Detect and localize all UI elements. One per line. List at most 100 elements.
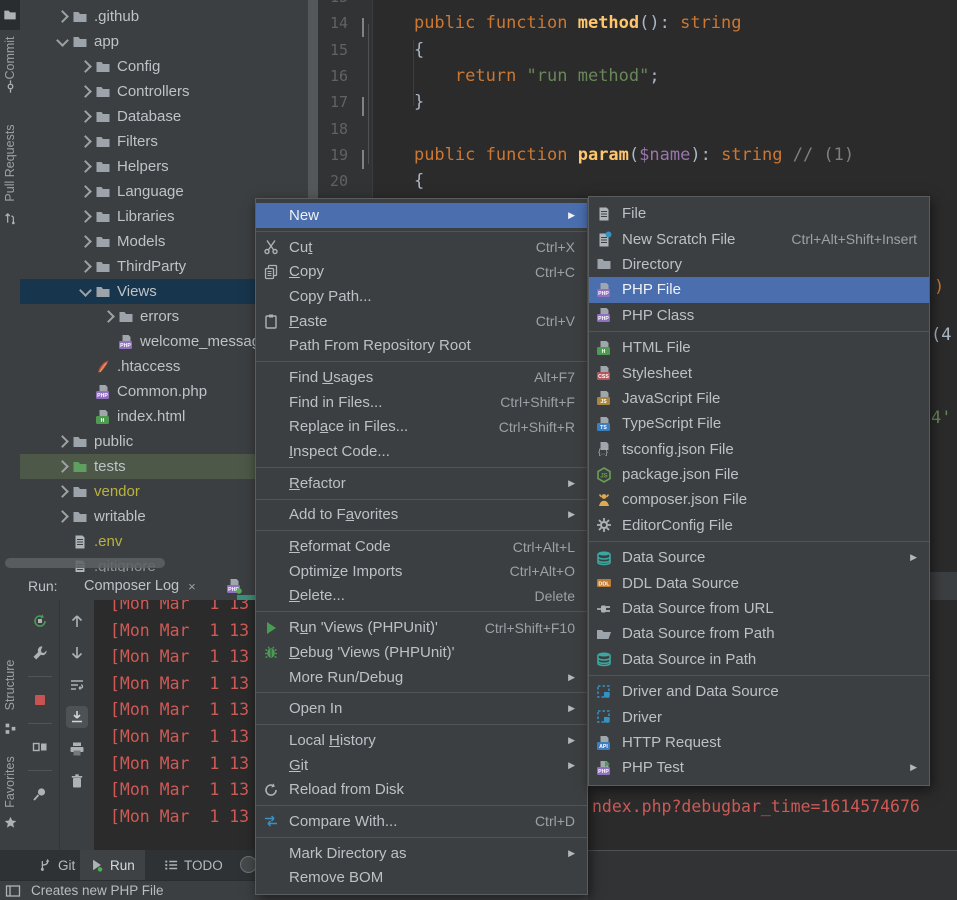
menu-item-directory[interactable]: Directory (589, 252, 929, 277)
chevron-right-icon[interactable] (55, 435, 69, 448)
fold-marker-expanded-icon[interactable] (362, 149, 374, 169)
menu-item-ddl-data-source[interactable]: DDL DDL Data Source (589, 570, 929, 595)
menu-item-copy-path[interactable]: Copy Path... (256, 284, 587, 309)
menu-item-html-file[interactable]: H HTML File (589, 335, 929, 360)
chevron-right-icon[interactable] (78, 110, 92, 123)
project-tool-button[interactable] (0, 0, 20, 30)
chevron-right-icon[interactable] (55, 10, 69, 23)
trash-button[interactable] (66, 770, 88, 792)
chevron-right-icon[interactable] (55, 485, 69, 498)
menu-item-http-request[interactable]: API HTTP Request (589, 730, 929, 755)
tree-item-database[interactable]: Database (20, 104, 308, 129)
fold-marker-end-icon[interactable] (362, 97, 374, 117)
menu-item-refactor[interactable]: Refactor ▶ (256, 471, 587, 496)
rerun-button[interactable] (29, 610, 51, 632)
menu-item-inspect-code[interactable]: Inspect Code... (256, 439, 587, 464)
chevron-right-icon[interactable] (55, 510, 69, 523)
menu-item-paste[interactable]: Paste Ctrl+V (256, 309, 587, 334)
menu-item-find-in-files[interactable]: Find in Files... Ctrl+Shift+F (256, 390, 587, 415)
menu-item-tsconfig-json-file[interactable]: {..} tsconfig.json File (589, 437, 929, 462)
menu-item-path-from-repository-root[interactable]: Path From Repository Root (256, 333, 587, 358)
close-icon[interactable]: × (188, 579, 196, 594)
console-url-line[interactable]: ndex.php?debugbar_time=1614574676 (592, 794, 920, 821)
wrap-button[interactable] (66, 674, 88, 696)
menu-item-data-source-from-url[interactable]: Data Source from URL (589, 596, 929, 621)
chevron-down-icon[interactable] (55, 33, 69, 47)
scroll-end-button[interactable] (66, 706, 88, 728)
menu-item-data-source-from-path[interactable]: Data Source from Path (589, 621, 929, 646)
menu-item-stylesheet[interactable]: CSS Stylesheet (589, 360, 929, 385)
menu-item-open-in[interactable]: Open In ▶ (256, 696, 587, 721)
menu-item-typescript-file[interactable]: TS TypeScript File (589, 411, 929, 436)
menu-item-mark-directory-as[interactable]: Mark Directory as ▶ (256, 841, 587, 866)
toolwindow-tab-todo[interactable]: TODO (154, 850, 233, 880)
menu-item-more-run-debug[interactable]: More Run/Debug ▶ (256, 665, 587, 690)
menu-item-data-source[interactable]: Data Source ▶ (589, 545, 929, 570)
menu-item-data-source-in-path[interactable]: Data Source in Path (589, 647, 929, 672)
menu-item-driver-and-data-source[interactable]: Driver and Data Source (589, 679, 929, 704)
menu-item-optimize-imports[interactable]: Optimize Imports Ctrl+Alt+O (256, 559, 587, 584)
pull-request-icon[interactable] (4, 212, 17, 225)
chevron-right-icon[interactable] (78, 260, 92, 273)
chevron-right-icon[interactable] (78, 185, 92, 198)
menu-item-reload-from-disk[interactable]: Reload from Disk (256, 777, 587, 802)
fold-marker-expanded-icon[interactable] (362, 18, 374, 38)
menu-item-file[interactable]: File (589, 201, 929, 226)
chevron-right-icon[interactable] (78, 210, 92, 223)
php-tab-icon[interactable]: PHP (225, 577, 242, 594)
tree-item-filters[interactable]: Filters (20, 129, 308, 154)
tree-item-config[interactable]: Config (20, 54, 308, 79)
menu-item-copy[interactable]: Copy Ctrl+C (256, 259, 587, 284)
menu-item-new[interactable]: New ▶ (256, 203, 587, 228)
menu-item-php-test[interactable]: PHP PHP Test ▶ (589, 755, 929, 780)
stripe-label-favorites[interactable]: Favorites (3, 756, 17, 807)
menu-item-package-json-file[interactable]: JS package.json File (589, 462, 929, 487)
menu-item-run-views-phpunit[interactable]: Run 'Views (PHPUnit)' Ctrl+Shift+F10 (256, 615, 587, 640)
tree-item-helpers[interactable]: Helpers (20, 154, 308, 179)
down-button[interactable] (66, 642, 88, 664)
tree-item-github[interactable]: .github (20, 4, 308, 29)
menu-item-javascript-file[interactable]: JS JavaScript File (589, 386, 929, 411)
chevron-right-icon[interactable] (78, 135, 92, 148)
menu-item-add-to-favorites[interactable]: Add to Favorites ▶ (256, 503, 587, 528)
chevron-right-icon[interactable] (78, 160, 92, 173)
stripe-label-pull-requests[interactable]: Pull Requests (3, 124, 17, 201)
menu-item-git[interactable]: Git ▶ (256, 753, 587, 778)
tree-item-controllers[interactable]: Controllers (20, 79, 308, 104)
menu-item-local-history[interactable]: Local History ▶ (256, 728, 587, 753)
menu-item-delete[interactable]: Delete... Delete (256, 584, 587, 609)
stripe-label-structure[interactable]: Structure (3, 660, 17, 711)
structure-icon[interactable] (4, 722, 17, 735)
stripe-label-commit[interactable]: Commit (3, 36, 17, 79)
menu-item-replace-in-files[interactable]: Replace in Files... Ctrl+Shift+R (256, 415, 587, 440)
chevron-right-icon[interactable] (78, 60, 92, 73)
menu-item-remove-bom[interactable]: Remove BOM (256, 866, 587, 891)
menu-item-debug-views-phpunit[interactable]: Debug 'Views (PHPUnit)' (256, 640, 587, 665)
menu-item-composer-json-file[interactable]: composer.json File (589, 487, 929, 512)
run-tab-composer-log[interactable]: Composer Log × (76, 572, 204, 600)
menu-item-php-class[interactable]: PHP PHP Class (589, 303, 929, 328)
chevron-right-icon[interactable] (55, 460, 69, 473)
favorites-icon[interactable] (4, 816, 17, 829)
tree-item-app[interactable]: app (20, 29, 308, 54)
menu-item-editorconfig-file[interactable]: EditorConfig File (589, 513, 929, 538)
chevron-down-icon[interactable] (78, 283, 92, 297)
split-button[interactable] (29, 736, 51, 758)
up-button[interactable] (66, 610, 88, 632)
pin-button[interactable] (29, 783, 51, 805)
printer-button[interactable] (66, 738, 88, 760)
menu-item-driver[interactable]: Driver (589, 704, 929, 729)
chevron-right-icon[interactable] (101, 310, 115, 323)
menu-item-find-usages[interactable]: Find Usages Alt+F7 (256, 365, 587, 390)
menu-item-new-scratch-file[interactable]: New Scratch File Ctrl+Alt+Shift+Insert (589, 226, 929, 251)
menu-item-cut[interactable]: Cut Ctrl+X (256, 235, 587, 260)
menu-item-php-file[interactable]: PHP PHP File (589, 277, 929, 303)
commit-icon[interactable] (4, 80, 17, 93)
chevron-right-icon[interactable] (78, 235, 92, 248)
toolwindow-tab-git[interactable]: Git (28, 850, 85, 880)
menu-item-compare-with[interactable]: Compare With... Ctrl+D (256, 809, 587, 834)
toolwindow-tab-run[interactable]: Run (80, 850, 145, 880)
stop-button[interactable] (29, 689, 51, 711)
chevron-right-icon[interactable] (78, 85, 92, 98)
menu-item-reformat-code[interactable]: Reformat Code Ctrl+Alt+L (256, 534, 587, 559)
